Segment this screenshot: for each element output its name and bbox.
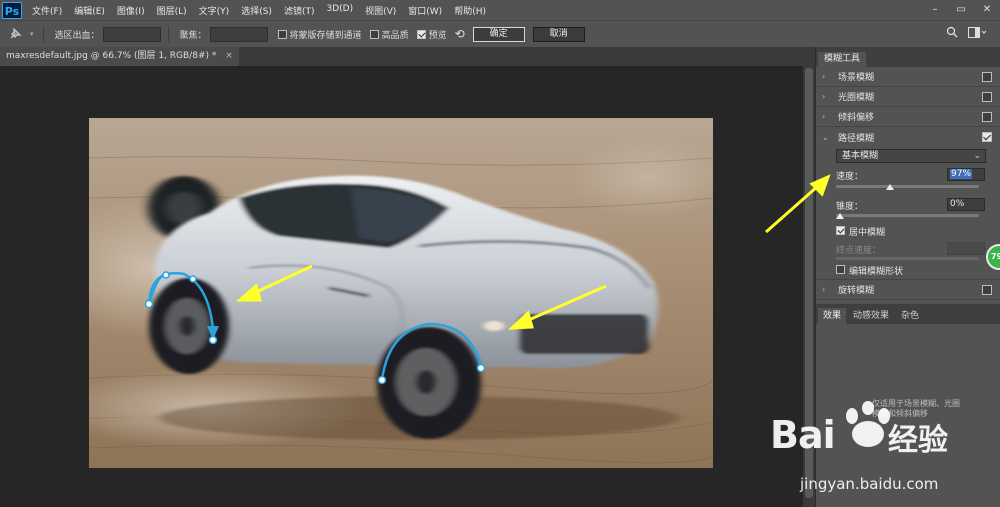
chevron-right-icon[interactable]: › (822, 285, 834, 294)
chevron-right-icon[interactable]: › (822, 112, 834, 121)
menu-type[interactable]: 文字(Y) (199, 4, 230, 17)
document-tab[interactable]: maxresdefault.jpg @ 66.7% (图层 1, RGB/8#)… (0, 47, 239, 66)
watermark-brand: Bai (770, 413, 836, 457)
window-controls: – ▭ ✕ (922, 0, 1000, 20)
blur-item-checkbox[interactable] (982, 112, 992, 122)
focus-label: 聚焦： (179, 30, 207, 41)
speed-value: 97% (950, 169, 973, 179)
blur-item-checkbox[interactable] (982, 132, 992, 142)
centered-blur-label: 居中模糊 (849, 228, 886, 238)
blur-item-checkbox[interactable] (982, 72, 992, 82)
menu-view[interactable]: 视图(V) (365, 4, 396, 17)
blur-item-checkbox[interactable] (982, 285, 992, 295)
menu-bar: Ps 文件(F) 编辑(E) 图像(I) 图层(L) 文字(Y) 选择(S) 滤… (0, 0, 1000, 20)
chevron-down-icon: ⌄ (973, 151, 981, 161)
document-tab-bar: maxresdefault.jpg @ 66.7% (图层 1, RGB/8#)… (0, 47, 815, 66)
end-speed-label: 终点速度： (836, 246, 882, 256)
photoshop-logo: Ps (2, 1, 22, 19)
save-mask-label: 将蒙版存储到通道 (289, 30, 362, 41)
chevron-down-icon[interactable]: ⌄ (822, 133, 834, 142)
menu-edit[interactable]: 编辑(E) (74, 4, 105, 17)
blur-item-iris[interactable]: › 光圈模糊 (816, 87, 1000, 107)
watermark-brand-suffix: 经验 (888, 423, 948, 458)
minimize-button[interactable]: – (922, 0, 948, 20)
edit-blur-shapes-checkbox[interactable] (836, 265, 845, 274)
blur-item-label: 光圈模糊 (838, 93, 875, 103)
speed-slider[interactable] (836, 185, 979, 188)
path-blur-settings: 基本模糊 ⌄ 速度： 97% 锥度： 0% 居中模糊 终点速度： 编辑模糊形状 (816, 147, 1000, 280)
taper-value: 0% (950, 199, 965, 209)
centered-blur-checkbox[interactable] (836, 226, 845, 235)
blur-item-label: 路径模糊 (838, 133, 875, 144)
document-tab-title: maxresdefault.jpg @ 66.7% (图层 1, RGB/8#)… (6, 51, 217, 61)
high-quality-label: 高品质 (381, 30, 409, 41)
options-bar: ▾ 选区出血： 聚焦： 将蒙版存储到通道 高品质 预览 ⟲ 确定 取消 (0, 20, 1000, 47)
chevron-right-icon[interactable]: › (822, 92, 834, 101)
menu-help[interactable]: 帮助(H) (454, 4, 486, 17)
workspace-icon[interactable] (968, 27, 987, 41)
maximize-button[interactable]: ▭ (948, 0, 974, 20)
effects-tab-bar: 效果 动感效果 杂色 (816, 304, 1000, 324)
taper-slider-knob[interactable] (836, 213, 844, 219)
end-speed-input (947, 242, 985, 255)
close-window-button[interactable]: ✕ (974, 0, 1000, 20)
menu-file[interactable]: 文件(F) (32, 4, 62, 17)
chevron-right-icon[interactable]: › (822, 72, 834, 81)
panel-tab-bar: 模糊工具 (816, 47, 1000, 67)
tab-effects[interactable]: 效果 (818, 308, 847, 324)
selection-output-label: 选区出血： (54, 30, 100, 41)
blur-type-value: 基本模糊 (842, 151, 879, 161)
blur-item-field[interactable]: › 场景模糊 (816, 67, 1000, 87)
cancel-button[interactable]: 取消 (532, 26, 585, 42)
blur-item-path[interactable]: ⌄ 路径模糊 (816, 127, 1000, 147)
speed-slider-knob[interactable] (886, 184, 894, 190)
options-separator (42, 26, 44, 42)
options-separator (167, 26, 169, 42)
tool-preset-dropdown-icon[interactable]: ▾ (30, 30, 34, 38)
menu-list: 文件(F) 编辑(E) 图像(I) 图层(L) 文字(Y) 选择(S) 滤镜(T… (32, 4, 498, 17)
selection-output-input[interactable] (102, 26, 161, 42)
preview-checkbox[interactable] (416, 29, 426, 39)
blur-item-spin[interactable]: › 旋转模糊 (816, 280, 1000, 300)
high-quality-checkbox[interactable] (369, 29, 379, 39)
ok-button[interactable]: 确定 (472, 26, 525, 42)
tab-blur-tools[interactable]: 模糊工具 (818, 52, 867, 67)
edit-blur-shapes-label: 编辑模糊形状 (849, 267, 904, 277)
blur-item-tilt-shift[interactable]: › 倾斜偏移 (816, 107, 1000, 127)
search-icon[interactable] (946, 26, 958, 41)
taper-slider[interactable] (836, 214, 979, 217)
taper-label: 锥度： (836, 202, 864, 212)
taper-input[interactable]: 0% (947, 198, 985, 211)
watermark-url: jingyan.baidu.com (800, 475, 939, 493)
blur-item-label: 旋转模糊 (838, 286, 875, 296)
menu-window[interactable]: 窗口(W) (408, 4, 442, 17)
preview-label: 预览 (428, 30, 447, 41)
tab-noise[interactable]: 杂色 (896, 308, 924, 324)
focus-input[interactable] (209, 26, 268, 42)
menu-select[interactable]: 选择(S) (241, 4, 272, 17)
end-speed-slider (836, 257, 979, 260)
speed-input[interactable]: 97% (947, 168, 985, 181)
document-image[interactable] (89, 118, 713, 468)
save-mask-checkbox[interactable] (277, 29, 287, 39)
menu-filter[interactable]: 滤镜(T) (284, 4, 315, 17)
blur-item-label: 倾斜偏移 (838, 113, 875, 123)
blur-type-select[interactable]: 基本模糊 ⌄ (836, 149, 986, 163)
menu-layer[interactable]: 图层(L) (157, 4, 187, 17)
pin-tool-icon[interactable] (0, 24, 30, 44)
blur-item-checkbox[interactable] (982, 92, 992, 102)
close-icon[interactable]: × (225, 51, 233, 61)
baidu-watermark: Bai 经验 jingyan.baidu.com (760, 395, 1000, 507)
reset-icon[interactable]: ⟲ (455, 27, 465, 41)
menu-image[interactable]: 图像(I) (117, 4, 145, 17)
tab-motion-effects[interactable]: 动感效果 (848, 308, 894, 324)
blur-item-label: 场景模糊 (838, 73, 875, 83)
menu-3d[interactable]: 3D(D) (326, 4, 353, 17)
speed-label: 速度： (836, 172, 864, 182)
